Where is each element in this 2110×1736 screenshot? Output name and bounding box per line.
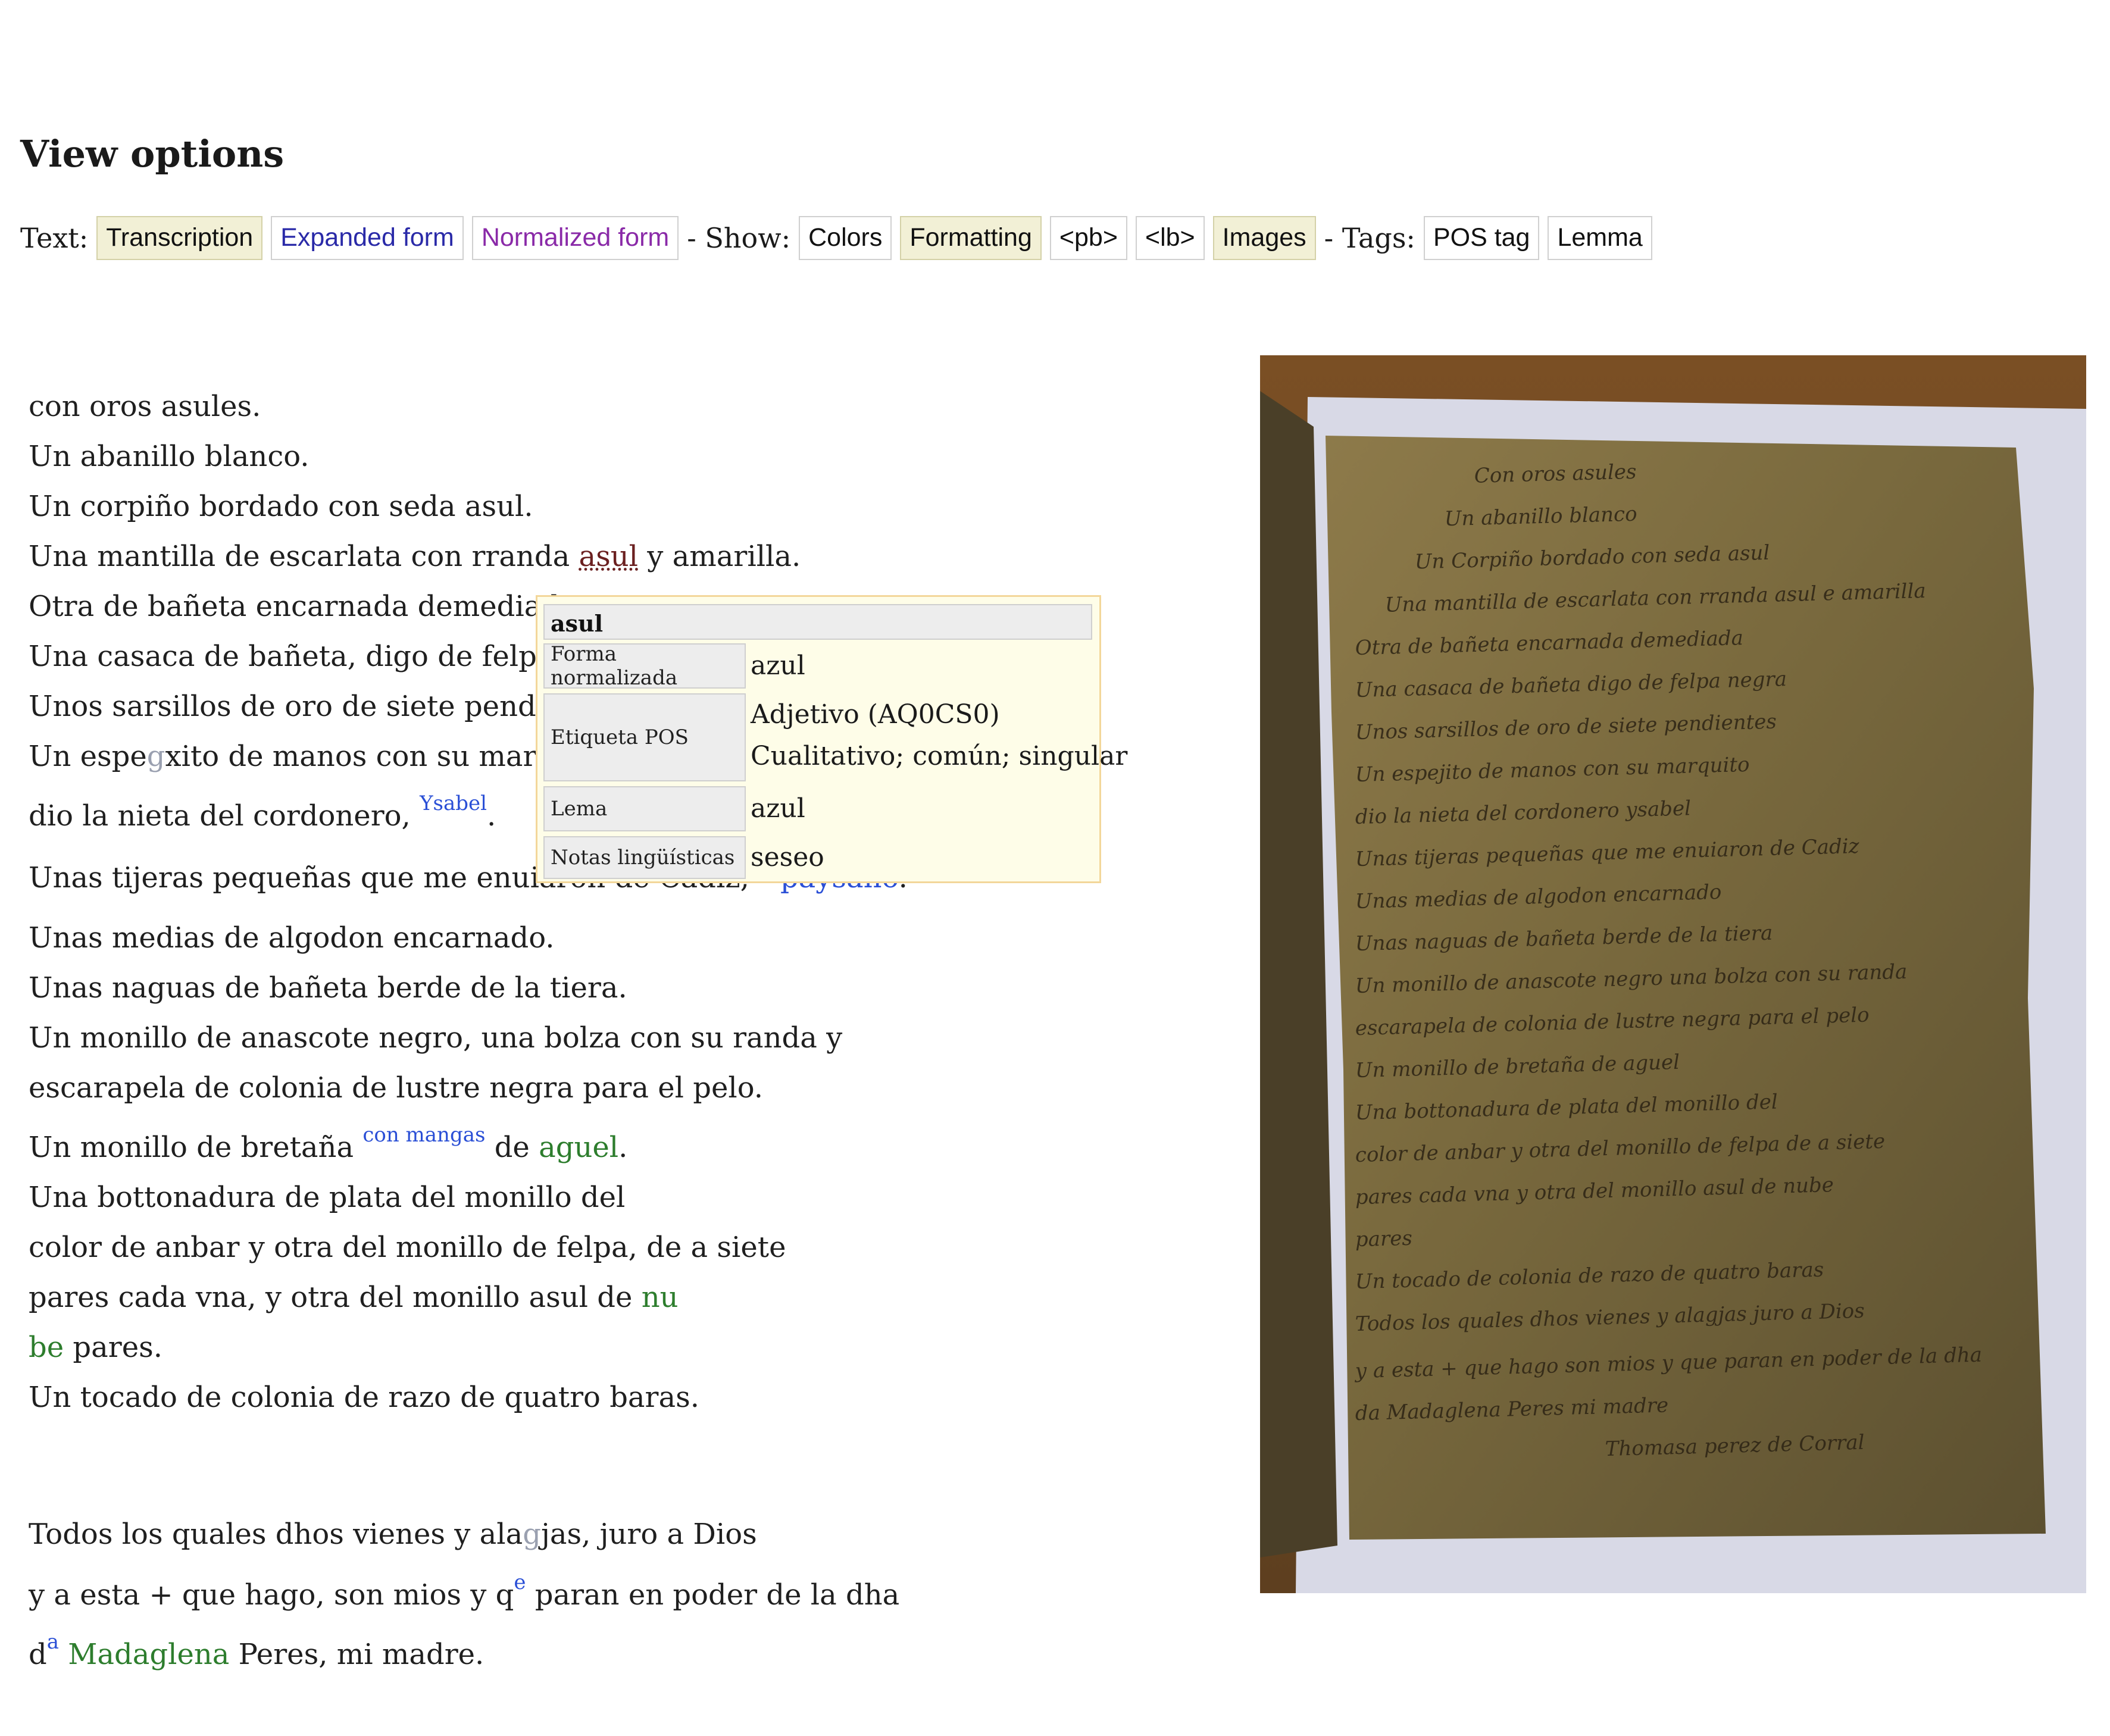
value-pos-description: Cualitativo; común; singular [751, 741, 1128, 771]
normalized-form-button[interactable]: Normalized form [471, 216, 679, 260]
word-info-tooltip: asul Forma normalizada azul Etiqueta POS… [536, 595, 1127, 883]
formatting-button[interactable]: Formatting [900, 216, 1042, 260]
line-text: Unas medias de algodon encarnado. [29, 921, 555, 955]
line-14: escarapela de colonia de lustre negra pa… [29, 1071, 763, 1105]
value-pos-tag: Adjetivo (AQ0CS0) [751, 699, 1000, 730]
pos-tag-button[interactable]: POS tag [1423, 216, 1540, 260]
images-button[interactable]: Images [1212, 216, 1316, 260]
lb-button[interactable]: <lb> [1135, 216, 1205, 260]
line-text: pares. [64, 1331, 162, 1364]
line-23: da Madaglena Peres, mi madre. [29, 1630, 484, 1671]
line-text: Peres, mi madre. [229, 1638, 484, 1671]
word-be[interactable]: be [29, 1331, 64, 1364]
manuscript-line: pares [1355, 1227, 1412, 1252]
line-text: jas, juro a Dios [540, 1518, 757, 1551]
line-7: Unos sarsillos de oro de siete pendien [29, 690, 580, 723]
line-text: d [29, 1638, 47, 1671]
hovered-word-asul[interactable]: asul [579, 540, 639, 573]
manuscript-page-image: Con oros asulesUn abanillo blancoUn Corp… [1260, 355, 2086, 1593]
superscript-e: e [514, 1571, 526, 1594]
deleted-letter: g [146, 740, 165, 773]
line-12: Unas naguas de bañeta berde de la tiera. [29, 971, 627, 1005]
line-text: color de anbar y otra del monillo de fel… [29, 1231, 786, 1264]
line-11: Unas medias de algodon encarnado. [29, 921, 555, 955]
line-text: escarapela de colonia de lustre negra pa… [29, 1071, 764, 1105]
line-text: Un corpiño bordado con seda asul. [29, 490, 533, 523]
line-text: xito de manos con su marqu [165, 740, 574, 773]
line-13: Un monillo de anascote negro, una bolza … [29, 1021, 842, 1055]
line-18: pares cada vna, y otra del monillo asul … [29, 1281, 679, 1314]
line-19: be pares. [29, 1331, 162, 1364]
line-5: Otra de bañeta encarnada demediada. [29, 590, 586, 623]
text-label: Text: [20, 222, 89, 254]
value-linguistic-notes: seseo [751, 842, 824, 872]
line-text: . [487, 799, 496, 833]
key-normalized-form: Forma normalizada [543, 642, 746, 690]
value-normalized-form: azul [751, 650, 805, 681]
expanded-form-button[interactable]: Expanded form [271, 216, 464, 260]
key-pos-tag: Etiqueta POS [543, 693, 746, 781]
line-16: Una bottonadura de plata del monillo del [29, 1181, 625, 1214]
tooltip-word: asul [543, 604, 1092, 640]
line-text: Otra de bañeta encarnada demediada. [29, 590, 586, 623]
transcription-button[interactable]: Transcription [96, 216, 263, 260]
superscript-a: a [46, 1630, 60, 1654]
tags-label: - Tags: [1324, 222, 1415, 254]
line-4: Una mantilla de escarlata con rranda asu… [29, 540, 801, 573]
view-options-title: View options [20, 132, 285, 176]
line-text: Un abanillo blanco. [29, 440, 310, 473]
line-text: Unos sarsillos de oro de siete pendien [29, 690, 581, 723]
manuscript-line: Con oros asules [1474, 460, 1637, 488]
pb-button[interactable]: <pb> [1049, 216, 1127, 260]
line-3: Un corpiño bordado con seda asul. [29, 490, 533, 523]
line-6: Una casaca de bañeta, digo de felpa n [29, 640, 582, 673]
deleted-letter: g [523, 1518, 541, 1551]
line-15: Un monillo de bretaña con mangas de ague… [29, 1123, 628, 1164]
line-1: con oros asules. [29, 390, 261, 423]
line-text: Una casaca de bañeta, digo de felpa n [29, 640, 582, 673]
name-madaglena[interactable]: Madaglena [68, 1638, 229, 1671]
line-20: Un tocado de colonia de razo de quatro b… [29, 1381, 699, 1414]
line-text: pares cada vna, y otra del monillo asul … [29, 1281, 642, 1314]
line-text [59, 1638, 68, 1671]
line-21: Todos los quales dhos vienes y alagjas, … [29, 1518, 757, 1551]
line-text: Un monillo de bretaña [29, 1131, 363, 1164]
addition-con-mangas[interactable]: con mangas [362, 1123, 485, 1147]
addition-ysabel[interactable]: Ysabel [420, 792, 487, 815]
line-text: Un tocado de colonia de razo de quatro b… [29, 1381, 699, 1414]
line-text: y amarilla. [638, 540, 801, 573]
line-text: . [618, 1131, 628, 1164]
line-text: Un monillo de anascote negro, una bolza … [29, 1021, 843, 1055]
line-text: de [485, 1131, 539, 1164]
lemma-button[interactable]: Lemma [1548, 216, 1652, 260]
name-aguel[interactable]: aguel [539, 1131, 618, 1164]
view-options-toolbar: Text: Transcription Expanded form Normal… [20, 214, 1661, 262]
show-label: - Show: [687, 222, 791, 254]
line-text: Una mantilla de escarlata con rranda [29, 540, 579, 573]
line-2: Un abanillo blanco. [29, 440, 310, 473]
line-text: Un espe [29, 740, 147, 773]
line-text: Unas naguas de bañeta berde de la tiera. [29, 971, 627, 1005]
line-text: paran en poder de la dha [526, 1578, 900, 1612]
line-text: y a esta + que hago, son mios y q [29, 1578, 514, 1612]
line-22: y a esta + que hago, son mios y qe paran… [29, 1571, 900, 1612]
key-lemma: Lema [543, 786, 746, 831]
line-text: Una bottonadura de plata del monillo del [29, 1181, 626, 1214]
manuscript-line: Un abanillo blanco [1444, 502, 1637, 531]
value-lemma: azul [751, 793, 805, 824]
word-nu[interactable]: nu [642, 1281, 679, 1314]
line-17: color de anbar y otra del monillo de fel… [29, 1231, 786, 1264]
line-text: Todos los quales dhos vienes y ala [29, 1518, 523, 1551]
line-8: Un espegxito de manos con su marqu [29, 740, 573, 773]
line-9: dio la nieta del cordonero, Ysabel. [29, 792, 496, 833]
colors-button[interactable]: Colors [799, 216, 892, 260]
key-linguistic-notes: Notas lingüísticas [543, 836, 746, 879]
line-text: dio la nieta del cordonero, [29, 799, 420, 833]
line-text: con oros asules. [29, 390, 261, 423]
